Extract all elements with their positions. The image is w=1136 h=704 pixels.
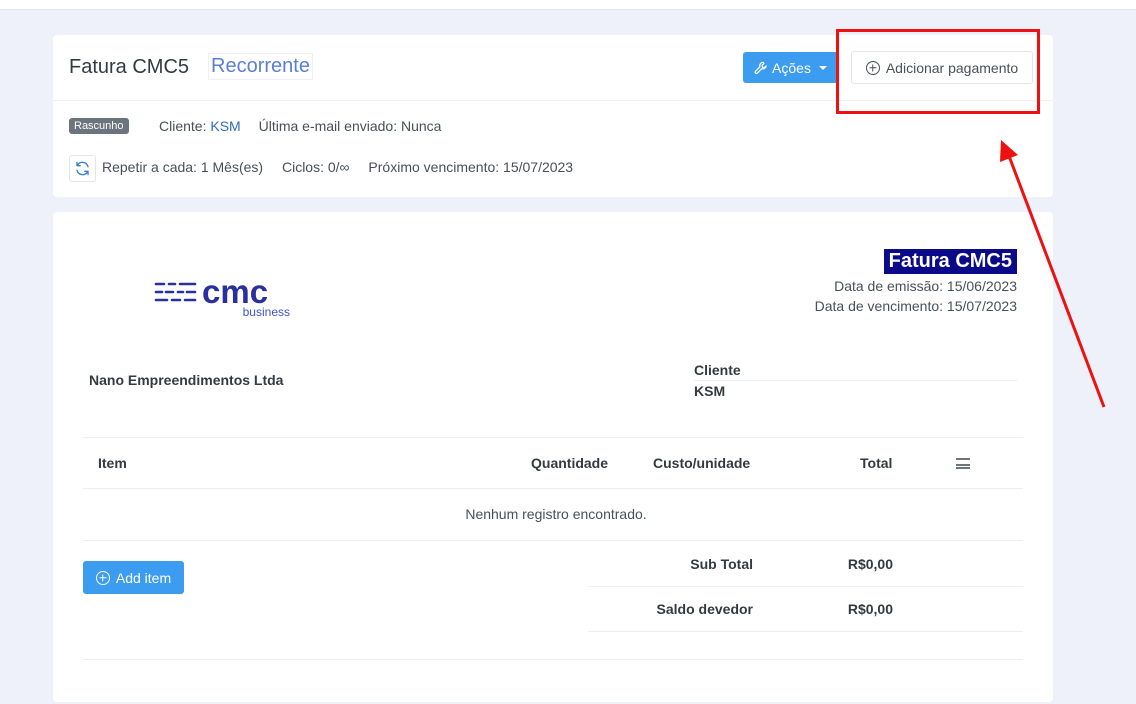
actions-dropdown-button[interactable]: Ações [743,52,838,83]
next-due-date: Próximo vencimento: 15/07/2023 [368,159,574,175]
recurring-tag[interactable]: Recorrente [208,53,313,80]
highlight-annotation-box [836,29,1040,114]
menu-icon[interactable] [956,458,970,469]
balance-label: Saldo devedor [656,601,753,617]
table-bottom-border [83,540,1023,541]
page-title: Fatura CMC5 [69,56,190,78]
client-label: Cliente [694,362,741,378]
balance-value: R$0,00 [847,601,893,617]
recurrence-refresh-button[interactable] [69,155,96,182]
actions-label: Ações [772,59,811,76]
issue-date: Data de emissão: 15/06/2023 [834,278,1017,294]
plus-circle-icon [95,570,110,585]
column-header-item: Item [98,455,127,471]
summary-bottom-divider [588,631,1023,632]
table-top-border [83,437,1023,438]
status-badge: Rascunho [69,118,129,134]
client-divider [694,380,1017,381]
logo-subtitle: business [243,305,290,319]
client-value: KSM [694,383,726,399]
client-meta: Cliente: KSM Última e-mail enviado: Nunc… [159,118,441,134]
invoice-title: Fatura CMC5 [883,249,1017,274]
column-header-quantity: Quantidade [531,455,609,471]
subtotal-label: Sub Total [690,556,753,572]
column-header-unit-cost: Custo/unidade [653,455,751,471]
wrench-icon [754,61,767,74]
repeat-interval: Repetir a cada: 1 Mês(es) [102,159,264,175]
add-item-button[interactable]: Add item [83,561,184,594]
top-bar [0,0,1136,10]
column-header-total: Total [860,455,893,471]
invoice-preview-card: cmc business Fatura CMC5 Data de emissão… [53,212,1053,702]
company-logo: cmc business [153,273,303,322]
caret-down-icon [818,65,827,70]
due-date: Data de vencimento: 15/07/2023 [814,298,1017,314]
client-prefix: Cliente: [159,118,211,134]
summary-divider [588,586,1023,587]
recurrence-info: Repetir a cada: 1 Mês(es) Ciclos: 0/∞ Pr… [102,159,573,175]
add-item-label: Add item [115,569,172,586]
header-bottom-border [83,488,1023,489]
invoice-heading: Fatura CMC5 Data de emissão: 15/06/2023 … [815,249,1017,314]
company-name: Nano Empreendimentos Ltda [89,372,284,388]
cycles-count: Ciclos: 0/∞ [281,159,350,175]
subtotal-value: R$0,00 [847,556,893,572]
empty-table-message: Nenhum registro encontrado. [465,506,647,522]
client-link[interactable]: KSM [210,118,240,134]
sync-icon [76,161,89,176]
last-email-info: Última e-mail enviado: Nunca [258,118,442,134]
invoice-footer-divider [83,659,1023,660]
